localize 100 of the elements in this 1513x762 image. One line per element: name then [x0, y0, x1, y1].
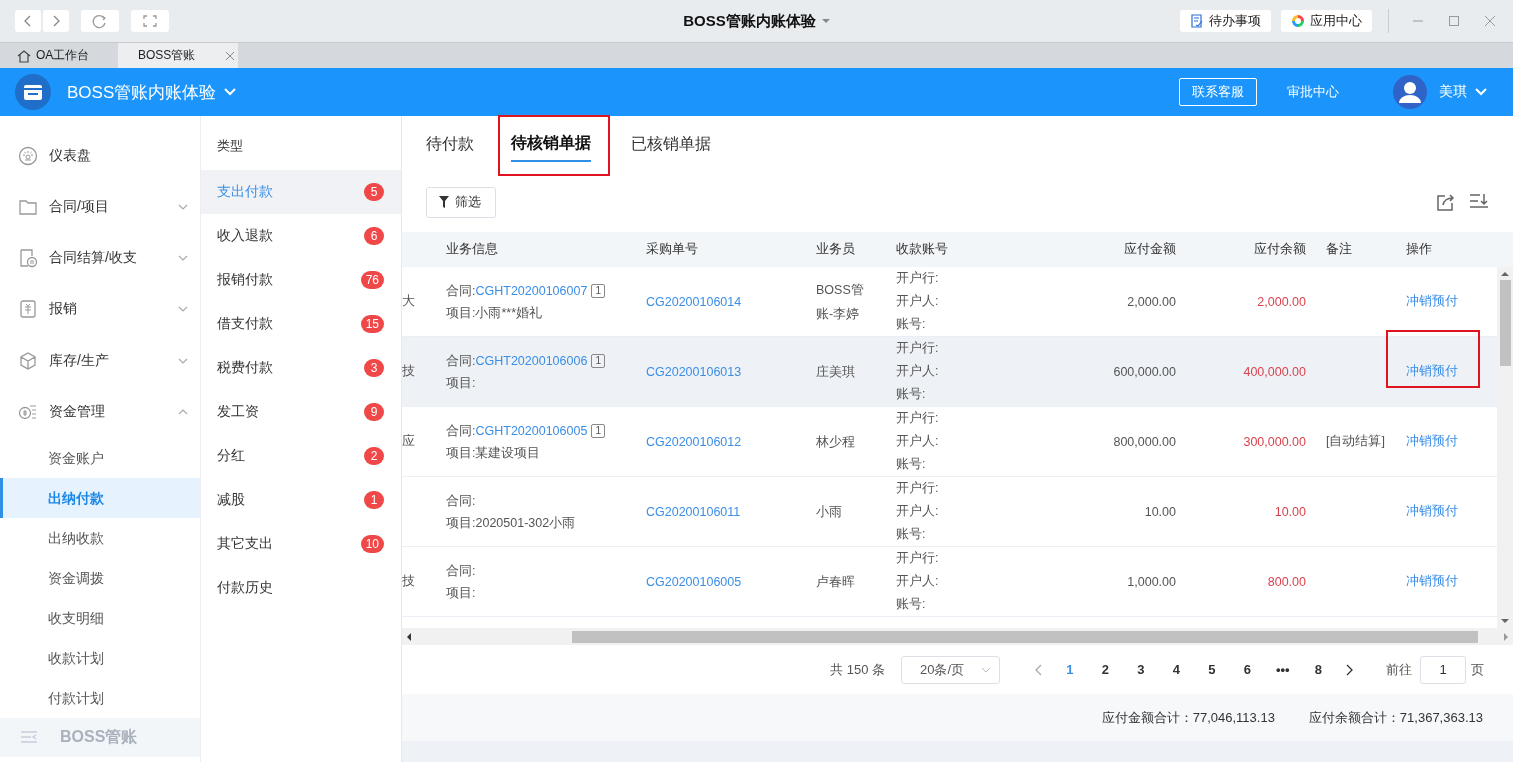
filter-button[interactable]: 筛选: [426, 186, 496, 218]
scrollbar-thumb[interactable]: [572, 630, 1478, 643]
chevron-down-icon[interactable]: [178, 357, 188, 364]
type-item[interactable]: 发工资 9: [201, 390, 401, 434]
sidebar-item[interactable]: 报销: [0, 283, 200, 336]
collapse-icon[interactable]: [20, 730, 38, 745]
column-header: 备注: [1326, 242, 1352, 256]
count-badge: 9: [364, 403, 384, 421]
contract-link[interactable]: CGHT20200106007: [475, 279, 588, 302]
order-link[interactable]: CG20200106012: [646, 434, 742, 449]
page-input[interactable]: 1: [1420, 655, 1466, 684]
fullscreen-icon[interactable]: [131, 10, 169, 32]
close-icon[interactable]: [225, 50, 236, 61]
type-item[interactable]: 借支付款 15: [201, 302, 401, 346]
todo-button[interactable]: 待办事项: [1180, 10, 1271, 32]
chevron-up-icon[interactable]: [178, 408, 188, 415]
type-item[interactable]: 减股 1: [201, 478, 401, 522]
table-cell-text: 应: [402, 433, 416, 450]
table-cell-text: 小雨: [816, 503, 843, 521]
offset-prepayment-link[interactable]: 冲销预付: [1406, 434, 1458, 448]
count-badge: 6: [364, 227, 384, 245]
forward-icon[interactable]: [43, 10, 69, 32]
chevron-left-icon[interactable]: [1034, 663, 1042, 676]
offset-prepayment-link[interactable]: 冲销预付: [1406, 504, 1458, 518]
total-sum: 应付金额合计：77,046,113.13: [1101, 708, 1275, 727]
scroll-left-icon[interactable]: [406, 632, 412, 641]
table-cell: [自动结算]: [1326, 434, 1385, 448]
type-item[interactable]: 支出付款 5: [201, 170, 401, 214]
vertical-scrollbar[interactable]: [1497, 267, 1513, 628]
table-cell-text: 开户行:: [896, 340, 940, 357]
page-number[interactable]: 4: [1158, 662, 1194, 677]
caret-icon[interactable]: [821, 18, 830, 24]
table-cell: 10.00: [1274, 504, 1306, 519]
table-cell: 300,000.00: [1243, 434, 1306, 449]
page-number[interactable]: 2: [1087, 662, 1123, 677]
type-item[interactable]: 报销付款 76: [201, 258, 401, 302]
scrollbar-thumb[interactable]: [1499, 280, 1511, 366]
back-icon[interactable]: [15, 10, 41, 32]
type-item[interactable]: 税费付款 3: [201, 346, 401, 390]
close-icon[interactable]: [1484, 15, 1496, 27]
table-cell-text: 项目:小雨***婚礼: [446, 304, 544, 322]
table-cell-text: BOSS管账-李婷: [816, 281, 865, 323]
page-number[interactable]: 8: [1300, 662, 1336, 677]
table-cell-text: 开户行:: [896, 410, 940, 427]
app-center-button[interactable]: 应用中心: [1281, 10, 1372, 32]
refresh-icon[interactable]: [81, 10, 119, 32]
table-cell: 10.00: [1144, 504, 1176, 519]
browser-tab[interactable]: BOSS管账: [118, 43, 238, 68]
sidebar-subitem[interactable]: 收支明细: [0, 597, 200, 638]
type-item[interactable]: 收入退款 6: [201, 214, 401, 258]
sidebar-item[interactable]: 库存/生产: [0, 335, 200, 387]
sidebar-subitem[interactable]: 付款计划: [0, 677, 200, 718]
table-cell-text: 账号:: [896, 526, 927, 543]
page-number[interactable]: 5: [1194, 662, 1230, 677]
order-link[interactable]: CG20200106014: [646, 294, 742, 309]
chevron-down-icon[interactable]: [178, 203, 188, 210]
count-badge: 2: [364, 447, 384, 465]
total-count: 共 150 条: [830, 660, 885, 679]
sidebar-item[interactable]: 资金管理: [0, 386, 200, 438]
sidebar-subitem[interactable]: 收款计划: [0, 637, 200, 678]
tab[interactable]: 已核销单据: [631, 127, 711, 161]
export-icon[interactable]: [1436, 192, 1456, 212]
table-cell-text: 合同:: [446, 422, 476, 440]
avatar-icon[interactable]: [1393, 75, 1427, 109]
scroll-up-icon[interactable]: [1501, 271, 1509, 277]
offset-prepayment-link[interactable]: 冲销预付: [1406, 574, 1458, 588]
receipt-icon: [18, 299, 38, 320]
sidebar-item[interactable]: 仪表盘: [0, 130, 200, 182]
sidebar-subitem[interactable]: 出纳收款: [0, 517, 200, 558]
column-header: 应付余额: [1254, 242, 1306, 256]
horizontal-scrollbar[interactable]: [402, 628, 1513, 645]
sidebar-subitem[interactable]: 资金调拨: [0, 557, 200, 598]
order-link[interactable]: CG20200106005: [646, 574, 742, 589]
type-item[interactable]: 分红 2: [201, 434, 401, 478]
sidebar-item[interactable]: 合同/项目: [0, 181, 200, 233]
sidebar-subitem[interactable]: 资金账户: [0, 437, 200, 478]
chevron-right-icon[interactable]: [1346, 663, 1354, 676]
column-header: 应付金额: [1124, 242, 1176, 256]
order-link[interactable]: CG20200106011: [646, 504, 741, 519]
chevron-down-icon[interactable]: [178, 255, 188, 262]
contract-link[interactable]: CGHT20200106005: [475, 419, 588, 442]
sidebar-footer-brand: BOSS管账: [60, 726, 138, 747]
tab[interactable]: 待付款: [426, 127, 474, 161]
panel-title: 类型: [216, 137, 244, 155]
table-cell-text: 合同:: [446, 352, 476, 370]
page-size-select[interactable]: 20条/页: [901, 655, 1000, 684]
maximize-icon[interactable]: [1448, 15, 1460, 27]
count-badge: 10: [360, 535, 384, 553]
scroll-down-icon[interactable]: [1501, 618, 1509, 624]
page-number[interactable]: 3: [1123, 662, 1159, 677]
offset-prepayment-link[interactable]: 冲销预付: [1406, 294, 1458, 308]
sidebar-item[interactable]: 合同结算/收支: [0, 232, 200, 284]
tab[interactable]: 待核销单据: [511, 126, 591, 162]
page-number[interactable]: 6: [1229, 662, 1265, 677]
type-item[interactable]: 其它支出 10: [201, 522, 401, 566]
chevron-down-icon[interactable]: [178, 306, 188, 313]
type-item[interactable]: 付款历史: [201, 566, 401, 610]
page-number[interactable]: •••: [1265, 662, 1301, 677]
column-header: 操作: [1406, 242, 1432, 256]
scroll-right-icon[interactable]: [1503, 632, 1509, 641]
